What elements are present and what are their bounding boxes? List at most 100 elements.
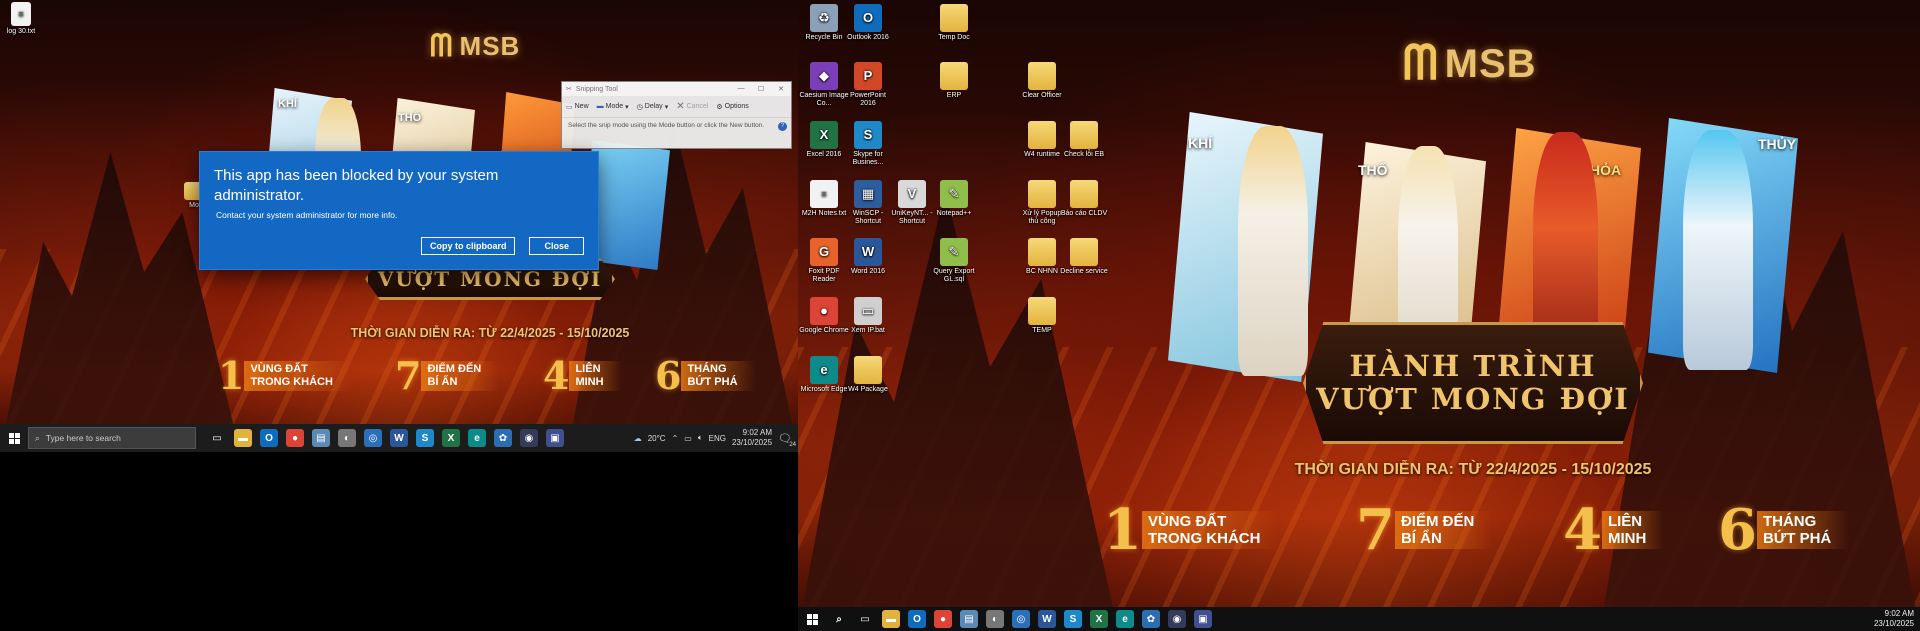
feature-text: VÙNG ĐẤT TRONG KHÁCH [244,361,351,391]
desktop-icon[interactable]: Check lỗi EB [1059,121,1109,159]
feature-number: 1 [218,353,245,398]
start-button[interactable] [0,424,28,452]
desktop-icon[interactable]: P PowerPoint 2016 [843,62,893,108]
chevron-down-icon: ▾ [625,103,629,111]
weather-icon[interactable]: ☁ [634,434,642,443]
new-snip-button[interactable]: ▭ New [566,103,589,111]
snipping-tool-window[interactable]: ✂ Snipping Tool — ☐ ✕ ▭ New ▬ Mode ▾ ◷ D… [561,81,792,149]
desktop-icon[interactable]: ♻ Recycle Bin [799,4,849,42]
app-icon[interactable]: ◐ [338,429,356,447]
system-tray: 9:02 AM 23/10/2025 [1874,609,1920,628]
desktop-icon[interactable]: Báo cáo CLDV [1059,180,1109,218]
feature-number: 7 [395,353,422,398]
desktop-icon[interactable]: S Skype for Busines... [843,121,893,167]
desktop-icon-log-30[interactable]: ≡ log 30.txt [0,2,42,36]
edge-icon[interactable]: e [1116,610,1134,628]
task-view-icon[interactable]: ▭ [856,610,874,628]
dialog-buttons: Copy to clipboard Close [420,237,584,255]
skype-icon[interactable]: S [1064,610,1082,628]
windows-logo-icon [8,432,20,444]
mode-button[interactable]: ▬ Mode ▾ [597,103,629,111]
banner-text: HÀNH TRÌNH [1349,348,1597,383]
app-icon[interactable]: ◉ [520,429,538,447]
app-icon[interactable]: ▤ [312,429,330,447]
chrome-icon[interactable]: ● [286,429,304,447]
app-icon[interactable]: ✿ [1142,610,1160,628]
desktop-icon[interactable]: O Outlook 2016 [843,4,893,42]
word-icon[interactable]: W [390,429,408,447]
desktop-icon-label: Notepad++ [936,210,972,217]
app-icon[interactable]: ◉ [1168,610,1186,628]
desktop-icon[interactable]: ● Google Chrome [799,297,849,335]
options-button[interactable]: ⚙ Options [716,103,748,111]
help-icon[interactable]: ? [778,122,787,131]
app-icon[interactable]: ◎ [364,429,382,447]
chrome-icon[interactable]: ● [934,610,952,628]
desktop-icon[interactable]: Clear Officer [1017,62,1067,100]
edge-icon[interactable]: e [468,429,486,447]
feature-line: VÙNG ĐẤT [250,363,308,376]
outlook-icon[interactable]: O [260,429,278,447]
desktop-icon[interactable]: ▭ Xem IP.bat [843,297,893,335]
app-icon[interactable]: ◐ [986,610,1004,628]
character-figure [1683,130,1753,370]
copy-to-clipboard-button[interactable]: Copy to clipboard [420,237,516,255]
notification-center-icon[interactable]: 🗨︎ 24 [778,432,796,448]
search-icon[interactable]: ⌕ [830,610,848,628]
input-language[interactable]: ENG [709,434,726,443]
taskbar-clock[interactable]: 9:02 AM 23/10/2025 [1874,609,1914,628]
excel-icon[interactable]: X [1090,610,1108,628]
desktop-icon[interactable]: ▦ WinSCP - Shortcut [843,180,893,226]
app-icon[interactable]: ✿ [494,429,512,447]
taskbar-search-box[interactable]: ⌕ Type here to search [28,427,196,449]
minimize-button[interactable]: — [731,85,751,93]
desktop-icon[interactable]: ◆ Caesium Image Co... [799,62,849,108]
volume-icon[interactable]: 🔈︎ [698,433,703,443]
snipping-tool-titlebar[interactable]: ✂ Snipping Tool — ☐ ✕ [562,82,791,96]
network-icon[interactable]: ▭ [684,434,692,443]
start-button[interactable] [798,607,826,631]
app-icon[interactable]: S [416,429,434,447]
task-view-icon[interactable]: ▭ [208,429,226,447]
desktop-icon-label: Microsoft Edge [800,386,848,393]
desktop-icon[interactable]: TEMP [1017,297,1067,335]
feature-item: 1 VÙNG ĐẤT TRONG KHÁCH [218,357,351,395]
feature-line: ĐIỂM ĐẾN [427,363,482,376]
desktop-icon[interactable]: ≡ M2H Notes.txt [799,180,849,218]
desktop-icon-label: Temp Doc [938,34,970,41]
folder-icon [854,356,882,384]
desktop-icon[interactable]: ✎ Notepad++ [929,180,979,218]
desktop-icon[interactable]: ✎ Query Export GL.sql [929,238,979,284]
system-tray: ☁ 20°C ⌃ ▭ 🔈︎ ENG 9:02 AM 23/10/2025 🗨︎ 2… [634,428,798,447]
weather-temp[interactable]: 20°C [648,434,666,443]
close-button[interactable]: Close [529,237,584,255]
file-explorer-icon[interactable]: ▬ [234,429,252,447]
app-icon[interactable]: ◎ [1012,610,1030,628]
text-file-icon: ≡ [810,180,838,208]
word-icon[interactable]: W [1038,610,1056,628]
chevron-up-icon[interactable]: ⌃ [672,434,679,443]
desktop-icon[interactable]: Decline service [1059,238,1109,276]
folder-icon [1028,62,1056,90]
close-button[interactable]: ✕ [771,85,791,93]
new-snip-icon: ▭ [566,103,573,111]
taskbar-clock[interactable]: 9:02 AM 23/10/2025 [732,428,772,447]
cancel-snip-button[interactable]: ✕ Cancel [676,101,708,112]
desktop-icon[interactable]: W4 Package [843,356,893,394]
delay-button[interactable]: ◷ Delay ▾ [637,103,669,111]
app-icon[interactable]: ▤ [960,610,978,628]
desktop-icon[interactable]: X Excel 2016 [799,121,849,159]
app-icon[interactable]: ▣ [1194,610,1212,628]
desktop-icon[interactable]: G Foxit PDF Reader [799,238,849,284]
caesium-icon: ◆ [810,62,838,90]
desktop-icon[interactable]: W Word 2016 [843,238,893,276]
desktop-icon[interactable]: ERP [929,62,979,100]
text-file-icon: ≡ [11,2,31,26]
file-explorer-icon[interactable]: ▬ [882,610,900,628]
excel-icon[interactable]: X [442,429,460,447]
maximize-button[interactable]: ☐ [751,85,771,93]
desktop-icon[interactable]: e Microsoft Edge [799,356,849,394]
app-icon[interactable]: ▣ [546,429,564,447]
outlook-icon[interactable]: O [908,610,926,628]
desktop-icon[interactable]: Temp Doc [929,4,979,42]
